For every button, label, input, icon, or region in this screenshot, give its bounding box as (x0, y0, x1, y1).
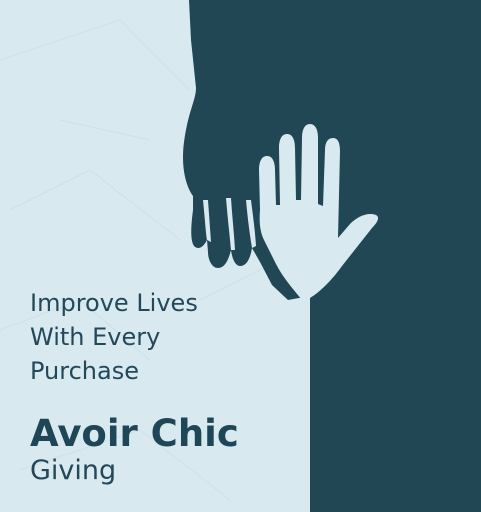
brand-name: Avoir Chic (30, 412, 239, 455)
tagline-line-1: Improve Lives (30, 289, 198, 317)
message-block: Improve Lives With Every Purchase Avoir … (30, 286, 300, 488)
brand-subtitle: Giving (30, 455, 117, 486)
poster-canvas: Improve Lives With Every Purchase Avoir … (0, 0, 481, 512)
tagline: Improve Lives With Every Purchase (30, 286, 300, 388)
tagline-line-2: With Every (30, 323, 161, 351)
tagline-line-3: Purchase (30, 357, 139, 385)
